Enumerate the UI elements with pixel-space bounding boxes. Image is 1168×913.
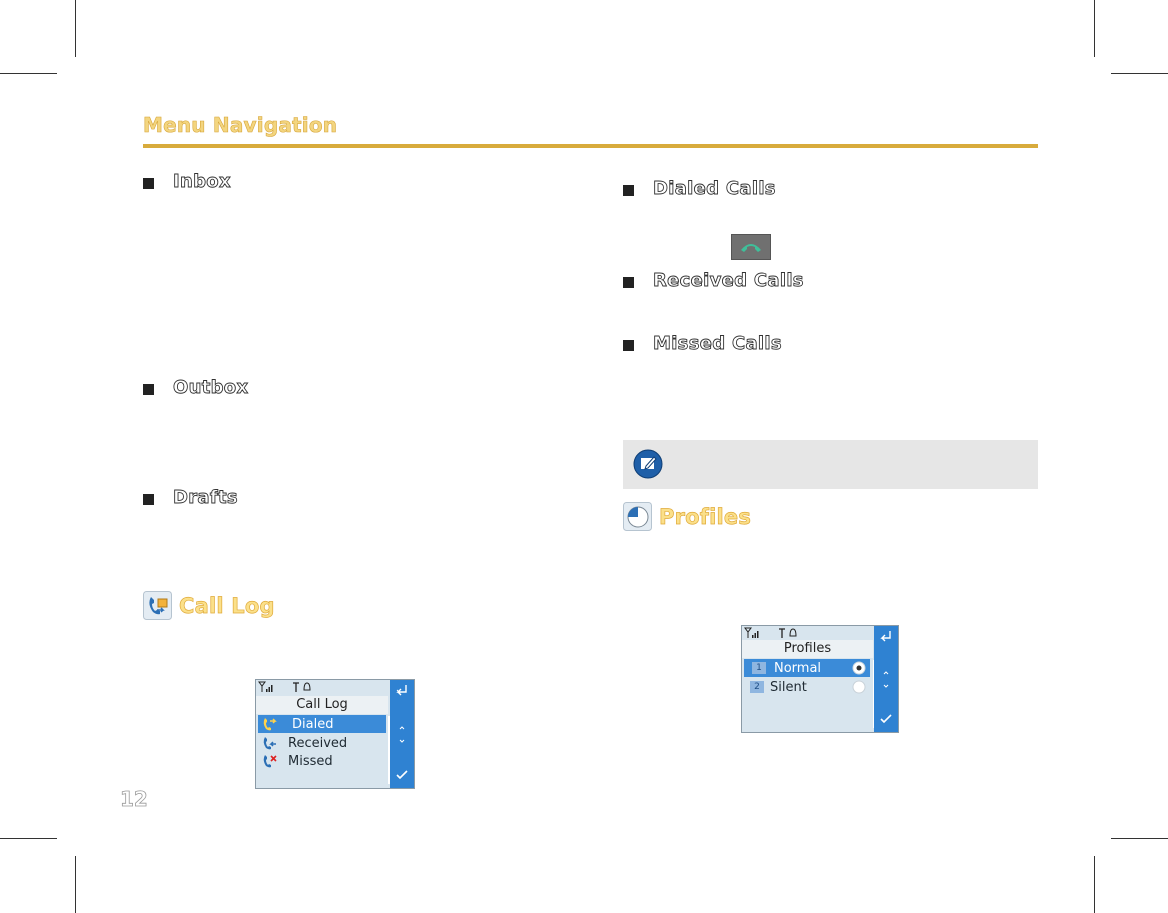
profile-item-silent[interactable]: 2 Silent <box>744 678 870 696</box>
page-title: Menu Navigation <box>143 113 338 138</box>
note-box <box>623 440 1038 489</box>
status-bar <box>744 627 804 641</box>
bullet-label: Received Calls <box>653 270 804 292</box>
signal-icon <box>744 627 797 638</box>
softkey-bar <box>390 680 414 788</box>
call-log-screen: Call Log Dialed Received Missed <box>255 679 415 789</box>
crop-mark <box>0 73 57 74</box>
crop-mark <box>75 856 76 913</box>
softkey-icons <box>880 631 892 724</box>
menu-item-label: Received <box>288 735 348 751</box>
bullet-square <box>623 184 634 196</box>
phone-handset-icon <box>741 244 761 252</box>
profiles-heading: Profiles <box>623 502 751 531</box>
bullet-square <box>623 339 634 351</box>
bullet-outbox: Outbox <box>143 377 249 399</box>
bullet-label: Missed Calls <box>653 333 782 355</box>
bullet-square <box>623 276 634 288</box>
bullet-label: Outbox <box>173 377 249 399</box>
title-rule <box>143 144 1038 148</box>
missed-call-icon <box>263 755 277 768</box>
crop-mark <box>1094 0 1095 57</box>
bullet-square <box>143 383 154 395</box>
profiles-screen: Profiles 1 Normal 2 Silent <box>741 625 899 733</box>
profiles-icon <box>623 502 652 531</box>
bullet-square <box>143 493 154 505</box>
bullet-drafts: Drafts <box>143 487 238 508</box>
dialed-call-icon <box>263 718 277 731</box>
call-key-icon <box>731 234 771 260</box>
call-log-heading: Call Log <box>143 591 275 620</box>
radio-selected-icon[interactable] <box>852 661 866 675</box>
menu-item-dialed[interactable]: Dialed <box>258 715 386 733</box>
crop-mark <box>1094 856 1095 913</box>
profile-item-label: Silent <box>770 679 807 695</box>
profile-item-normal[interactable]: 1 Normal <box>744 659 870 677</box>
profile-item-label: Normal <box>774 660 822 676</box>
page-number: 12 <box>120 787 149 812</box>
number-badge: 2 <box>750 681 764 693</box>
crop-mark <box>75 0 76 57</box>
status-bar <box>258 681 318 695</box>
menu-item-missed[interactable]: Missed <box>258 752 386 770</box>
section-title: Call Log <box>179 593 275 618</box>
signal-icon <box>258 681 311 692</box>
radio-unselected-icon[interactable] <box>852 680 866 694</box>
bullet-missed-calls: Missed Calls <box>623 333 782 354</box>
section-title: Profiles <box>659 504 752 529</box>
screen-title: Call Log <box>256 696 388 714</box>
bullet-square <box>143 177 154 189</box>
bullet-dialed-calls: Dialed Calls <box>623 178 776 199</box>
bullet-label: Dialed Calls <box>653 178 776 200</box>
received-call-icon <box>263 737 276 750</box>
note-icon <box>633 449 663 479</box>
number-badge: 1 <box>752 662 766 674</box>
softkey-bar <box>874 626 898 732</box>
bullet-inbox: Inbox <box>143 171 231 192</box>
crop-mark <box>1111 838 1168 839</box>
menu-item-label: Dialed <box>292 716 334 732</box>
menu-item-received[interactable]: Received <box>258 734 386 752</box>
crop-mark <box>1111 73 1168 74</box>
bullet-label: Inbox <box>173 171 231 193</box>
menu-item-label: Missed <box>288 753 333 769</box>
bullet-received-calls: Received Calls <box>623 270 804 291</box>
crop-mark <box>0 838 57 839</box>
call-log-icon <box>143 591 172 620</box>
screen-title: Profiles <box>742 640 873 658</box>
softkey-icons <box>396 685 408 780</box>
bullet-label: Drafts <box>173 487 239 509</box>
